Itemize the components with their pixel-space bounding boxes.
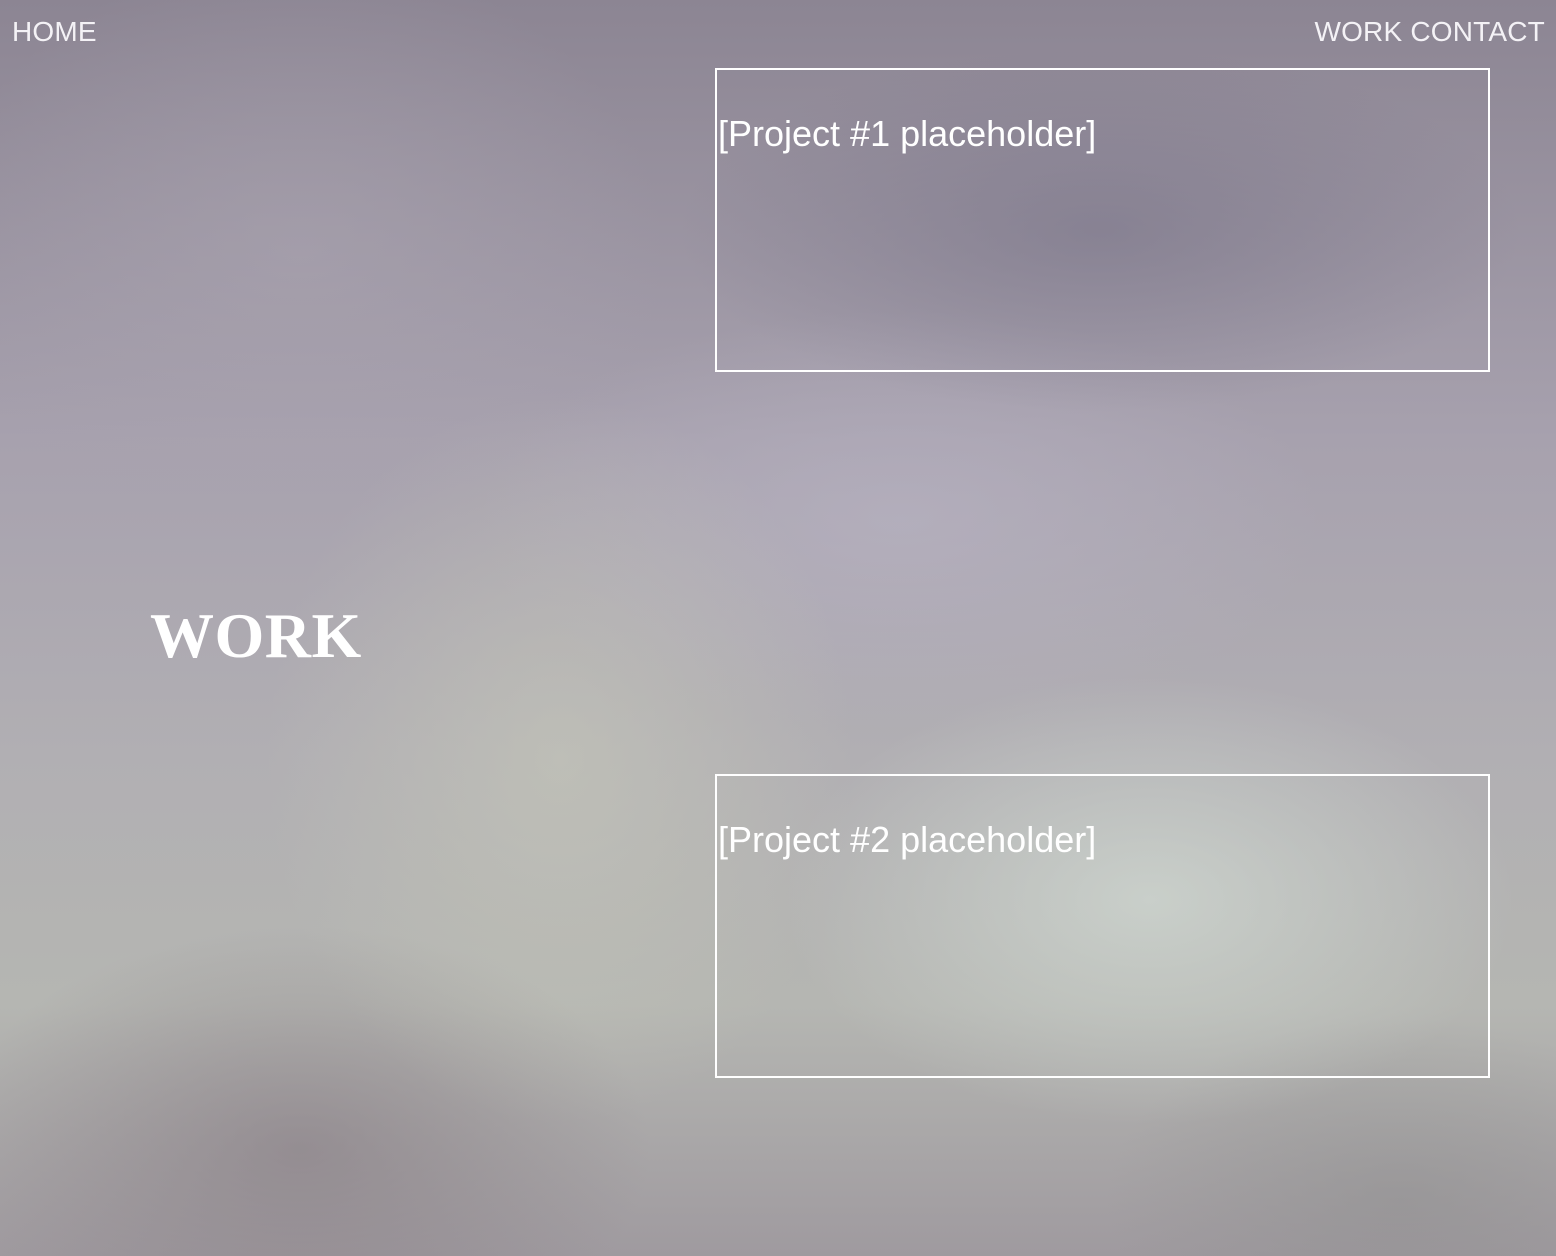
nav-contact-link[interactable]: CONTACT [1410,14,1545,50]
nav-home-link[interactable]: HOME [12,14,97,50]
project-2-label: [Project #2 placeholder] [718,819,1097,860]
project-card-2[interactable]: [Project #2 placeholder] [715,774,1490,1078]
nav-right-group: WORK CONTACT [1314,14,1545,50]
page-title: WORK [150,600,362,671]
project-card-1[interactable]: [Project #1 placeholder] [715,68,1490,372]
nav-work-link[interactable]: WORK [1314,14,1402,50]
project-1-label: [Project #1 placeholder] [718,113,1097,154]
